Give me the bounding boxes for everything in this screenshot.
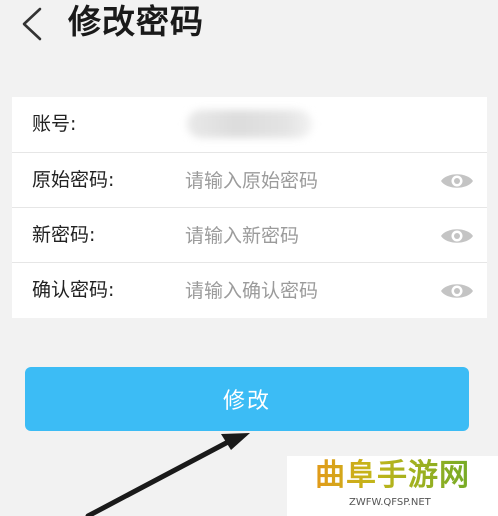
account-row: 账号: (12, 97, 487, 152)
watermark-logo: 曲阜手游网 ZWFW.QFSP.NET (287, 456, 498, 516)
new-password-label: 新密码: (32, 224, 96, 246)
new-password-input[interactable] (185, 218, 435, 254)
confirm-password-row: 确认密码: (12, 262, 487, 318)
back-chevron-left-icon[interactable] (18, 6, 48, 42)
password-form: 账号: 原始密码: 新密码: 确认密码: (12, 97, 487, 318)
eye-icon[interactable] (439, 280, 475, 302)
watermark-url: ZWFW.QFSP.NET (349, 497, 431, 508)
eye-icon[interactable] (439, 225, 475, 247)
confirm-password-label: 确认密码: (32, 279, 115, 301)
account-label: 账号: (32, 113, 77, 135)
old-password-label: 原始密码: (32, 169, 115, 191)
watermark-title: 曲阜手游网 (287, 456, 498, 496)
old-password-input[interactable] (185, 163, 435, 199)
app-header: 修改密码 (0, 0, 498, 52)
submit-button[interactable]: 修改 (25, 367, 469, 431)
confirm-password-input[interactable] (185, 273, 435, 309)
new-password-row: 新密码: (12, 207, 487, 263)
old-password-row: 原始密码: (12, 152, 487, 208)
eye-icon[interactable] (439, 170, 475, 192)
account-value-blurred (187, 110, 312, 138)
page-title: 修改密码 (68, 2, 204, 41)
